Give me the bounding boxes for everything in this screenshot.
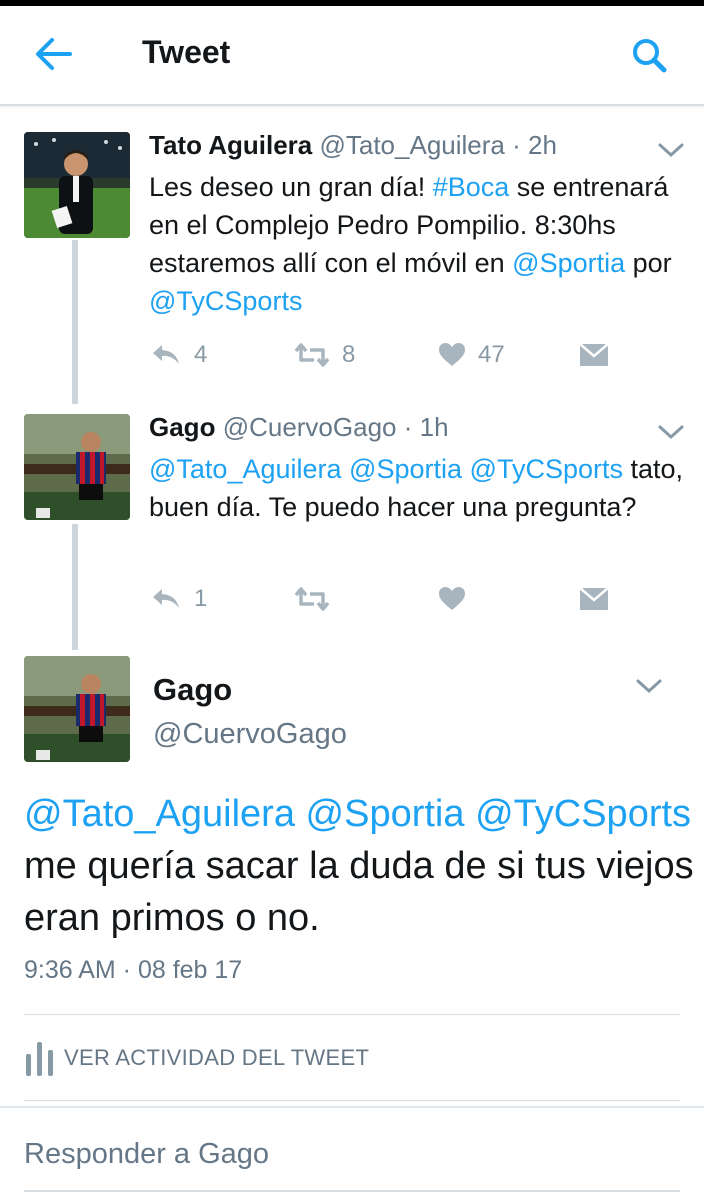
text-segment: [295, 793, 306, 835]
tweet-timestamp: 9:36 AM · 08 feb 17: [24, 956, 243, 984]
text-segment: [465, 793, 476, 835]
chevron-down-icon: [658, 143, 684, 158]
text-segment: [462, 454, 470, 484]
like-icon: [439, 343, 465, 366]
chevron-down-icon: [658, 425, 684, 440]
mention-link[interactable]: @Tato_Aguilera: [24, 793, 295, 835]
retweet-button[interactable]: 8: [294, 338, 355, 372]
like-count: 47: [478, 341, 505, 368]
reply-bar: [0, 1106, 704, 1200]
tweet-text: Les deseo un gran día! #Boca se entrenar…: [149, 168, 689, 320]
reply-icon: [153, 345, 179, 364]
retweet-button[interactable]: [294, 582, 330, 616]
thread-line: [72, 240, 78, 404]
tweet-text: @Tato_Aguilera @Sportia @TyCSports me qu…: [24, 788, 694, 944]
tweet-time: · 2h: [512, 130, 557, 160]
direct-message-button[interactable]: [579, 582, 609, 616]
reply-input[interactable]: [24, 1138, 664, 1171]
divider: [24, 1100, 680, 1101]
mention-link[interactable]: @TyCSports: [149, 286, 302, 316]
bar-chart-icon: [26, 1042, 53, 1076]
like-icon: [439, 587, 465, 610]
hashtag-link[interactable]: #Boca: [433, 172, 510, 202]
author-handle[interactable]: @Tato_Aguilera: [319, 130, 504, 160]
mention-link[interactable]: @TyCSports: [470, 454, 623, 484]
search-button[interactable]: [626, 32, 674, 80]
app-header: Tweet: [0, 6, 704, 106]
mention-link[interactable]: @Sportia: [349, 454, 462, 484]
reply-icon: [153, 589, 179, 608]
avatar[interactable]: [24, 132, 130, 238]
author-handle[interactable]: @CuervoGago: [223, 412, 397, 442]
divider: [24, 1014, 680, 1015]
tweet-header: Gago @CuervoGago · 1h: [149, 412, 449, 443]
reply-button[interactable]: 1: [150, 582, 207, 616]
view-activity-label: VER ACTIVIDAD DEL TWEET: [64, 1045, 370, 1070]
author-handle[interactable]: @CuervoGago: [153, 718, 347, 751]
tweet-time: · 1h: [403, 412, 449, 442]
text-segment: por: [625, 248, 672, 278]
view-activity-button[interactable]: VER ACTIVIDAD DEL TWEET: [24, 1036, 369, 1080]
page-title: Tweet: [142, 34, 231, 70]
tweet-menu-button[interactable]: [656, 422, 686, 442]
search-icon: [633, 39, 667, 73]
text-segment: me quería sacar la duda de si tus viejos…: [24, 845, 694, 939]
reply-button[interactable]: 4: [150, 338, 207, 372]
reply-underline: [24, 1190, 680, 1192]
mention-link[interactable]: @Tato_Aguilera: [149, 454, 342, 484]
thread-line: [72, 524, 78, 650]
mention-link[interactable]: @Sportia: [512, 248, 625, 278]
direct-message-button[interactable]: [579, 338, 609, 372]
back-button[interactable]: [30, 32, 78, 76]
avatar[interactable]: [24, 414, 130, 520]
retweet-count: 8: [342, 341, 356, 368]
tweet-menu-button[interactable]: [656, 140, 686, 160]
chevron-down-icon: [636, 679, 662, 694]
like-button[interactable]: 47: [438, 338, 505, 372]
reply-count: 4: [194, 341, 208, 368]
reply-count: 1: [194, 585, 208, 612]
mention-link[interactable]: @TyCSports: [475, 793, 691, 835]
author-name[interactable]: Gago: [153, 672, 232, 708]
tweet-text: @Tato_Aguilera @Sportia @TyCSports tato,…: [149, 450, 689, 526]
tweet-header: Tato Aguilera @Tato_Aguilera · 2h: [149, 130, 557, 161]
tweet-menu-button[interactable]: [634, 676, 664, 696]
avatar[interactable]: [24, 656, 130, 762]
back-arrow-icon: [36, 38, 72, 70]
mention-link[interactable]: @Sportia: [306, 793, 465, 835]
retweet-icon: [294, 343, 330, 367]
retweet-icon: [294, 587, 330, 611]
author-name[interactable]: Tato Aguilera: [149, 130, 312, 160]
like-button[interactable]: [438, 582, 466, 616]
direct-message-icon: [579, 343, 609, 366]
author-name[interactable]: Gago: [149, 412, 215, 442]
direct-message-icon: [579, 587, 609, 610]
text-segment: [342, 454, 350, 484]
text-segment: Les deseo un gran día!: [149, 172, 433, 202]
